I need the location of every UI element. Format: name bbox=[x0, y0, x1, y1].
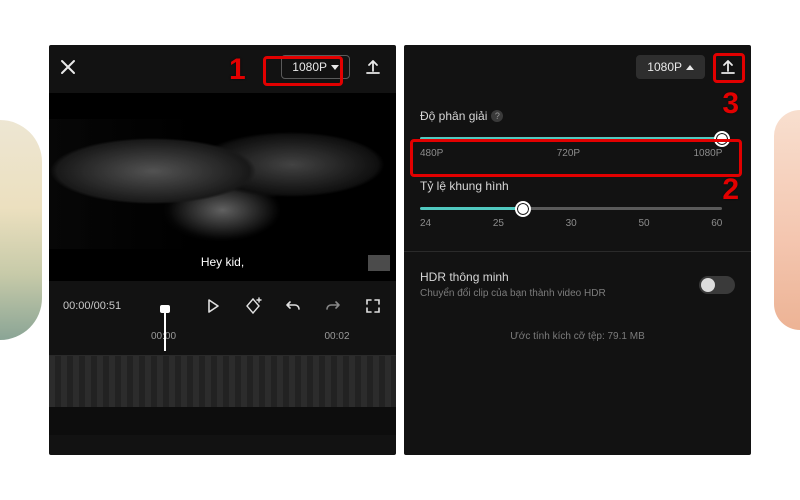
slider-mark: 1080P bbox=[693, 148, 722, 159]
timeline-track[interactable] bbox=[49, 355, 396, 407]
editor-pane: 1080P Hey kid, 00:00/00:51 bbox=[49, 45, 396, 455]
decoration-left bbox=[0, 120, 42, 340]
tick-label: 00:02 bbox=[324, 331, 349, 342]
timecode: 00:00/00:51 bbox=[63, 300, 121, 312]
resolution-label: 1080P bbox=[292, 60, 327, 74]
slider-mark: 720P bbox=[557, 148, 580, 159]
framerate-slider[interactable] bbox=[420, 207, 735, 210]
slider-thumb[interactable] bbox=[515, 201, 531, 217]
play-button[interactable] bbox=[204, 297, 222, 315]
resolution-dropdown[interactable]: 1080P bbox=[281, 55, 350, 79]
watermark bbox=[368, 255, 390, 271]
undo-button[interactable] bbox=[284, 297, 302, 315]
help-icon[interactable]: ? bbox=[491, 110, 503, 122]
slider-mark: 50 bbox=[638, 218, 649, 229]
redo-button[interactable] bbox=[324, 297, 342, 315]
slider-mark: 25 bbox=[493, 218, 504, 229]
slider-mark: 480P bbox=[420, 148, 443, 159]
hdr-title: HDR thông minh bbox=[420, 270, 699, 284]
fullscreen-button[interactable] bbox=[364, 297, 382, 315]
decoration-right bbox=[774, 110, 800, 330]
preview-frame bbox=[49, 119, 396, 249]
chevron-up-icon bbox=[686, 65, 694, 70]
slider-mark: 60 bbox=[711, 218, 722, 229]
subtitle-text: Hey kid, bbox=[49, 255, 396, 269]
export-button[interactable] bbox=[715, 54, 741, 80]
timeline[interactable]: 00:00 00:02 bbox=[49, 331, 396, 435]
hdr-toggle[interactable] bbox=[699, 276, 735, 294]
resolution-dropdown[interactable]: 1080P bbox=[636, 55, 705, 79]
hdr-subtitle: Chuyển đổi clip của bạn thành video HDR bbox=[420, 288, 699, 299]
chevron-down-icon bbox=[331, 65, 339, 70]
resolution-slider[interactable] bbox=[420, 137, 735, 140]
timeline-gutter bbox=[49, 407, 396, 435]
slider-mark: 30 bbox=[566, 218, 577, 229]
export-settings-pane: 1080P Độ phân giải ? 480P bbox=[404, 45, 751, 455]
resolution-section-title: Độ phân giải bbox=[420, 109, 487, 123]
filesize-estimate: Ước tính kích cỡ tệp: 79.1 MB bbox=[404, 331, 751, 342]
resolution-label: 1080P bbox=[647, 60, 682, 74]
slider-thumb[interactable] bbox=[714, 131, 730, 147]
close-button[interactable] bbox=[59, 58, 77, 76]
export-button[interactable] bbox=[360, 54, 386, 80]
video-preview[interactable]: Hey kid, bbox=[49, 93, 396, 281]
slider-mark: 24 bbox=[420, 218, 431, 229]
playhead[interactable] bbox=[164, 309, 166, 351]
keyframe-add-button[interactable] bbox=[244, 297, 262, 315]
framerate-section-title: Tỷ lệ khung hình bbox=[420, 179, 509, 193]
